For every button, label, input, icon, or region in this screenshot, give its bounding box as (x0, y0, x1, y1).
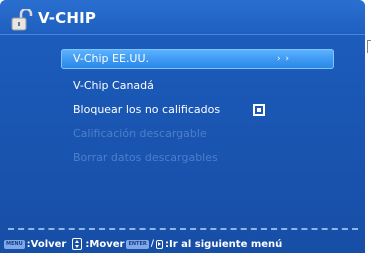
menu-item-clear-downloadable: Borrar datos descargables (61, 148, 334, 168)
vchip-menu-panel: V-CHIP V-Chip EE.UU. › › V-Chip Canadá B… (0, 0, 365, 253)
menu-item-label: V-Chip Canadá (73, 79, 154, 92)
footer-help-bar: MENU :Volver :Mover ENTER / :Ir al sigui… (4, 236, 282, 252)
padlock-icon (11, 9, 33, 31)
back-hint: :Volver (26, 238, 67, 250)
submenu-arrow-icon: › › (276, 54, 290, 64)
menu-item-label: Bloquear los no calificados (73, 103, 221, 116)
move-hint: :Mover (85, 238, 125, 250)
updown-arrows-icon (72, 238, 83, 250)
next-menu-hint: :Ir al siguiente menú (165, 238, 283, 250)
menu-key-icon: MENU (4, 239, 25, 249)
footer-divider (8, 228, 358, 230)
enter-key-icon: ENTER (126, 239, 149, 249)
side-marker-icon (367, 40, 371, 53)
menu-item-downloadable-rating: Calificación descargable (61, 124, 334, 144)
checkbox-mark (257, 108, 261, 112)
menu-item-label: Calificación descargable (73, 127, 207, 140)
menu-item-block-unrated[interactable]: Bloquear los no calificados (61, 100, 334, 120)
block-unrated-checkbox[interactable] (253, 104, 265, 116)
menu-item-vchip-usa[interactable]: V-Chip EE.UU. › › (61, 49, 334, 69)
right-arrow-key-icon (156, 239, 164, 249)
menu-item-label: Borrar datos descargables (73, 151, 218, 164)
slash-separator: / (150, 239, 155, 249)
menu-item-label: V-Chip EE.UU. (73, 52, 150, 65)
menu-item-vchip-canada[interactable]: V-Chip Canadá (61, 76, 334, 96)
title-bar: V-CHIP (0, 0, 365, 35)
page-title: V-CHIP (38, 9, 97, 27)
